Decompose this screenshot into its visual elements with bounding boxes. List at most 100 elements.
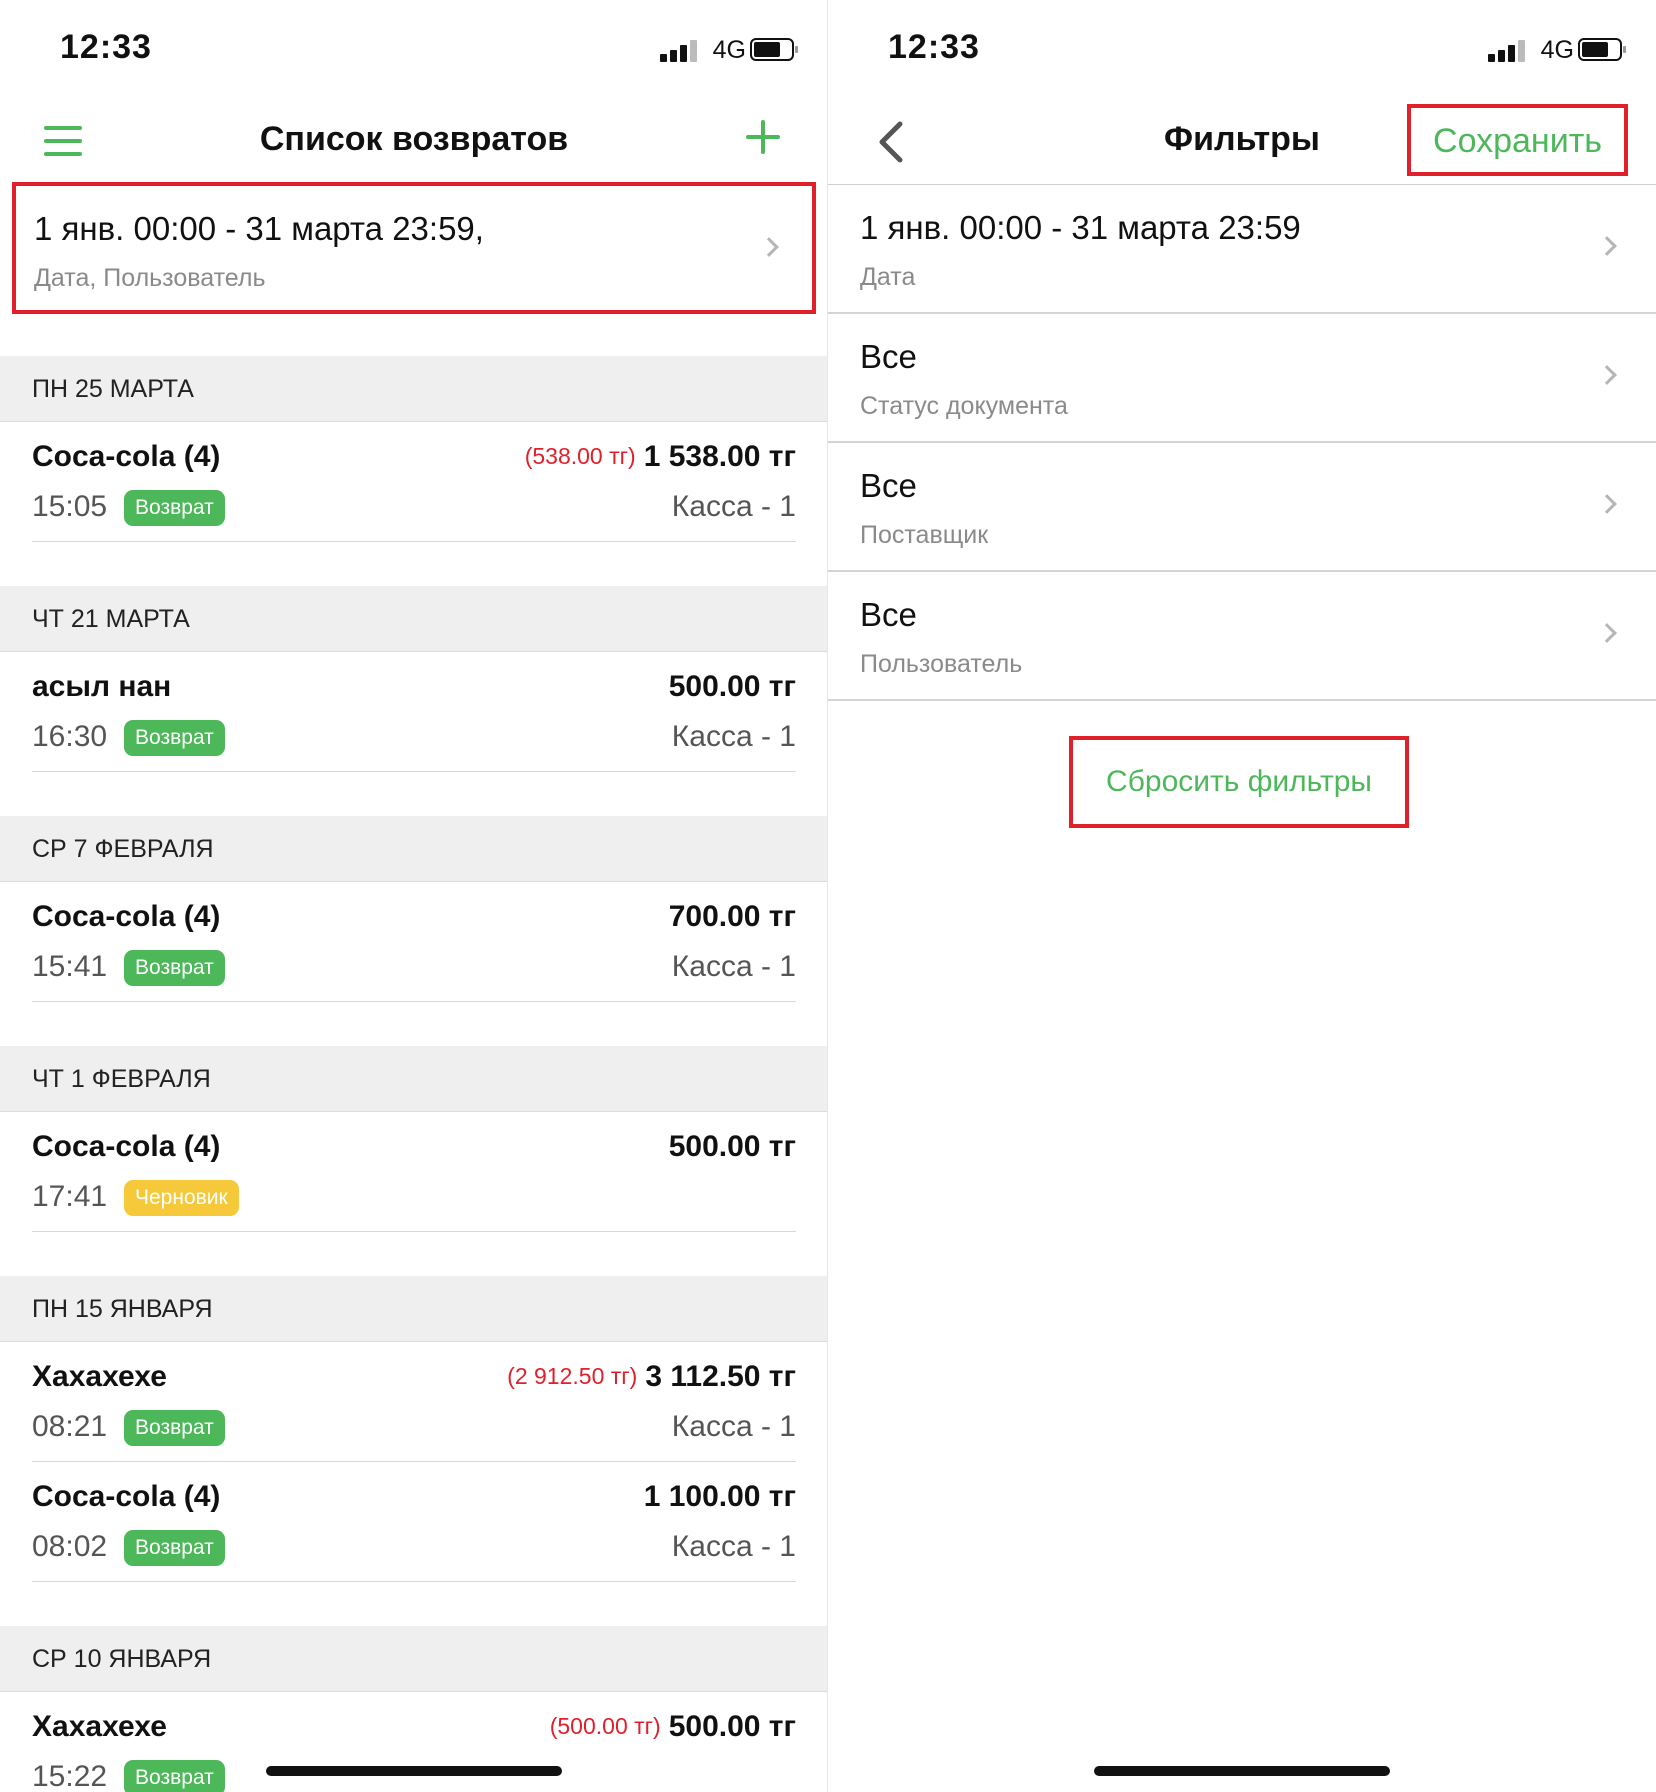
return-row[interactable]: Coca-cola (4) 700.00 тг 15:41 Возврат Касса … [0,882,828,1002]
status-time: 12:33 [60,28,152,66]
status-badge: Возврат [124,950,225,986]
status-badge: Возврат [124,1530,225,1566]
signal-icon [1488,40,1526,62]
nav-bar: Фильтры Сохранить [828,100,1656,182]
returns-list: ПН 25 МАРТА Coca-cola (4) (538.00 тг) 1 538… [0,356,828,1792]
add-icon[interactable] [744,118,782,156]
register-label: Касса - 1 [671,1530,796,1563]
return-time: 15:05 [32,490,108,523]
return-amount-group: 500.00 тг [669,1130,796,1164]
filter-label: Поставщик [860,521,989,549]
section-date-header: ЧТ 21 МАРТА [0,586,828,652]
chevron-right-icon [1597,623,1617,643]
return-row[interactable]: Coca-cola (4) (538.00 тг) 1 538.00 тг 15:05… [0,422,828,542]
status-badge: Возврат [124,490,225,526]
day-section: ЧТ 1 ФЕВРАЛЯ Coca-cola (4) 500.00 тг 17:41 Ч… [0,1046,828,1276]
return-amount-group: (538.00 тг) 1 538.00 тг [525,440,796,474]
day-section: ПН 25 МАРТА Coca-cola (4) (538.00 тг) 1 538… [0,356,828,586]
register-label: Касса - 1 [671,1410,796,1443]
return-total: 500.00 тг [668,670,796,703]
chevron-right-icon [1597,494,1617,514]
filter-list: 1 янв. 00:00 - 31 марта 23:59 Дата Все С… [828,184,1656,701]
return-amount-group: 700.00 тг [669,900,796,934]
reset-filters-button[interactable]: Сбросить фильтры [1069,736,1409,828]
filter-value: 1 янв. 00:00 - 31 марта 23:59 [860,209,1301,246]
return-total: 500.00 тг [668,1130,796,1163]
filter-summary-fields: Дата, Пользователь [34,264,266,292]
filters-screen: 12:33 4G Фильтры Сохранить 1 янв. 00:00 … [828,0,1656,1792]
return-row[interactable]: Хахахехе (500.00 тг) 500.00 тг 15:22 Возврат [0,1692,828,1792]
return-time: 17:41 [32,1180,108,1213]
return-amount-group: (2 912.50 тг) 3 112.50 тг [507,1360,796,1394]
row-divider [32,1001,796,1002]
home-indicator[interactable] [1094,1766,1390,1776]
signal-icon [660,40,698,62]
filter-summary-range: 1 янв. 00:00 - 31 марта 23:59, [34,210,484,247]
page-title: Список возвратов [259,120,569,158]
return-name: Coca-cola (4) [32,1130,221,1163]
return-name: Coca-cola (4) [32,900,221,933]
return-total: 3 112.50 тг [645,1360,796,1393]
status-time: 12:33 [888,28,980,66]
section-date-header: ЧТ 1 ФЕВРАЛЯ [0,1046,828,1112]
return-time: 08:02 [32,1530,108,1563]
register-label: Касса - 1 [671,950,796,983]
refund-amount: (500.00 тг) [549,1713,661,1739]
filter-user[interactable]: Все Пользователь [828,572,1656,701]
filter-date[interactable]: 1 янв. 00:00 - 31 марта 23:59 Дата [828,185,1656,314]
battery-icon [1578,38,1626,61]
return-time: 08:21 [32,1410,108,1443]
return-name: Coca-cola (4) [32,1480,221,1513]
return-row[interactable]: Хахахехе (2 912.50 тг) 3 112.50 тг 08:21 Воз… [0,1342,828,1462]
return-time: 15:41 [32,950,108,983]
register-label: Касса - 1 [671,720,796,753]
nav-bar: Список возвратов [0,100,828,182]
section-date-header: СР 10 ЯНВАРЯ [0,1626,828,1692]
chevron-right-icon [759,237,779,257]
return-row[interactable]: асыл нан 500.00 тг 16:30 Возврат Касса - 1 [0,652,828,772]
day-section: ПН 15 ЯНВАРЯ Хахахехе (2 912.50 тг) 3 112.5… [0,1276,828,1626]
row-divider [32,1231,796,1232]
filter-value: Все [860,596,917,633]
return-row[interactable]: Coca-cola (4) 1 100.00 тг 08:02 Возврат Касс… [0,1462,828,1582]
filter-label: Дата [860,263,916,291]
return-total: 1 100.00 тг [643,1480,796,1513]
return-row[interactable]: Coca-cola (4) 500.00 тг 17:41 Черновик [0,1112,828,1232]
filter-value: Все [860,338,917,375]
home-indicator[interactable] [266,1766,562,1776]
filter-summary-row[interactable]: 1 янв. 00:00 - 31 марта 23:59, Дата, Пол… [12,182,816,314]
return-time: 16:30 [32,720,108,753]
refund-amount: (2 912.50 тг) [507,1363,638,1389]
status-bar: 12:33 4G [0,0,828,100]
filter-label: Пользователь [860,650,1023,678]
status-badge: Возврат [124,720,225,756]
return-amount-group: (500.00 тг) 500.00 тг [550,1710,796,1744]
day-section: ЧТ 21 МАРТА асыл нан 500.00 тг 16:30 Возврат… [0,586,828,816]
network-label: 4G [1540,36,1574,64]
filter-label: Статус документа [860,392,1068,420]
returns-list-screen: 12:33 4G Список возвратов 1 янв. 00:00 -… [0,0,828,1792]
return-amount-group: 500.00 тг [669,670,796,704]
status-bar: 12:33 4G [828,0,1656,100]
return-total: 500.00 тг [668,1710,796,1743]
filter-supplier[interactable]: Все Поставщик [828,443,1656,572]
status-badge: Возврат [124,1410,225,1446]
battery-icon [750,38,798,61]
return-name: Хахахехе [32,1360,167,1393]
filter-document-status[interactable]: Все Статус документа [828,314,1656,443]
filter-value: Все [860,467,917,504]
chevron-right-icon [1597,236,1617,256]
return-name: Coca-cola (4) [32,440,221,473]
save-button[interactable]: Сохранить [1407,104,1628,176]
section-date-header: СР 7 ФЕВРАЛЯ [0,816,828,882]
return-name: асыл нан [32,670,172,703]
register-label: Касса - 1 [671,490,796,523]
return-total: 1 538.00 тг [643,440,796,473]
section-date-header: ПН 25 МАРТА [0,356,828,422]
return-total: 700.00 тг [668,900,796,933]
refund-amount: (538.00 тг) [524,443,636,469]
